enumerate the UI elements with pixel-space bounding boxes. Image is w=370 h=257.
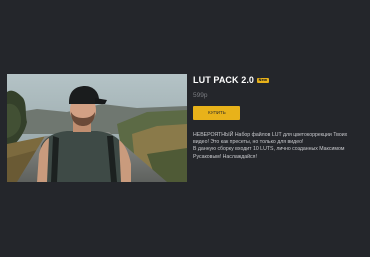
product-photo (7, 74, 187, 182)
product-info: LUT PACK 2.0 New 599р КУПИТЬ НЕВЕРОЯТНЫЙ… (193, 74, 363, 161)
product-price: 599р (193, 92, 208, 99)
description-line: В данную сборку входит 10 LUTS, лично со… (193, 146, 345, 153)
new-badge: New (257, 77, 269, 83)
product-page: LUT PACK 2.0 New 599р КУПИТЬ НЕВЕРОЯТНЫЙ… (0, 0, 370, 257)
product-photo-illustration (7, 74, 187, 182)
title-row: LUT PACK 2.0 New (193, 74, 363, 86)
description-line: видео! Это как пресеты, но только для ви… (193, 139, 304, 146)
buy-button[interactable]: КУПИТЬ (193, 106, 240, 120)
product-title: LUT PACK 2.0 (193, 75, 255, 85)
description-line: НЕВЕРОЯТНЫЙ Набор файлов LUT для цветоко… (193, 132, 348, 138)
description-line: Русаковым! Наслаждайся! (193, 153, 257, 160)
product-description: НЕВЕРОЯТНЫЙ Набор файлов LUT для цветоко… (193, 132, 363, 161)
